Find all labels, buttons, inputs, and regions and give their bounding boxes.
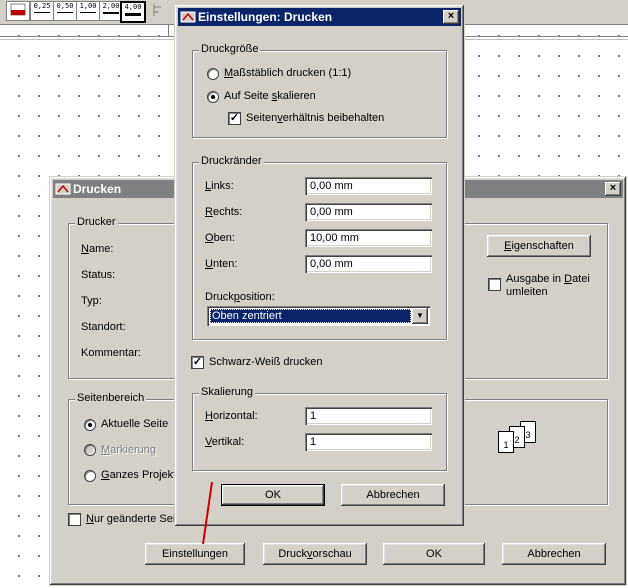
annotation-arrow-line — [202, 481, 213, 545]
